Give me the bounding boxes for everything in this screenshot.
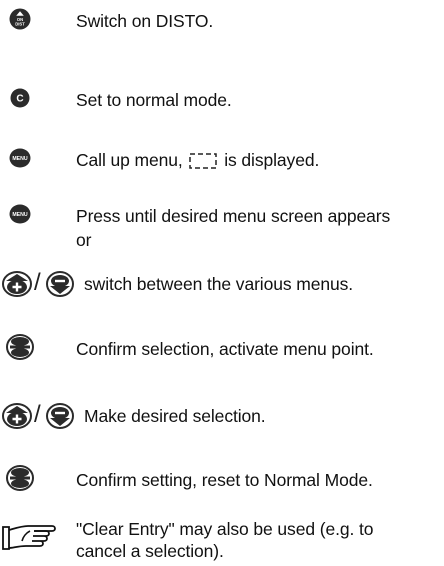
menu-button-icon: MENU [9, 204, 31, 224]
step-text-before: Call up menu, [76, 150, 183, 170]
step-text: switch between the various menus. [84, 274, 354, 294]
on-disto-button-icon: ON DIST [9, 8, 31, 30]
menu-label: MENU [12, 156, 28, 162]
step-press-menu: MENU Press until desired menu screen app… [0, 193, 444, 253]
note-text: "Clear Entry" may also be used (e.g. to [76, 519, 374, 539]
step-text: Call up menu, is displayed. [76, 149, 319, 174]
minus-button-icon [46, 403, 74, 429]
step-text-line2: or [76, 230, 92, 250]
step-text: Set to normal mode. [76, 90, 232, 110]
step-confirm-setting: Confirm setting, reset to Normal Mode. [0, 461, 444, 501]
step-text: Press until desired menu screen appears [76, 206, 391, 226]
minus-button-icon [46, 271, 74, 297]
step-text: Make desired selection. [84, 406, 266, 426]
step-switch-on: ON DIST Switch on DISTO. [0, 0, 444, 40]
menu-display-symbol-icon [189, 152, 218, 174]
step-switch-menus: / switch between the various menus. [0, 263, 444, 303]
note-text-line2: cancel a selection). [76, 541, 224, 561]
separator: / [34, 269, 41, 296]
step-confirm-selection: Confirm selection, activate menu point. [0, 330, 444, 370]
plus-button-icon [2, 403, 32, 429]
dist-label: DIST [15, 22, 25, 27]
pointing-hand-icon [0, 522, 60, 552]
equal-button-icon [6, 334, 34, 360]
menu-label: MENU [12, 212, 28, 218]
step-text-after: is displayed. [224, 150, 320, 170]
menu-button-icon: MENU [9, 148, 31, 168]
step-make-selection: / Make desired selection. [0, 397, 444, 437]
separator: / [34, 401, 41, 428]
clear-label: C [16, 94, 23, 105]
step-clear: C Set to normal mode. [0, 80, 444, 120]
note-clear-entry: "Clear Entry" may also be used (e.g. to … [0, 512, 444, 566]
equal-button-icon [6, 465, 34, 491]
plus-button-icon [2, 271, 32, 297]
step-text: Confirm setting, reset to Normal Mode. [76, 470, 373, 490]
step-text: Switch on DISTO. [76, 11, 214, 31]
step-call-menu: MENU Call up menu, is displayed. [0, 137, 444, 177]
clear-button-icon: C [10, 88, 30, 108]
step-text: Confirm selection, activate menu point. [76, 339, 374, 359]
